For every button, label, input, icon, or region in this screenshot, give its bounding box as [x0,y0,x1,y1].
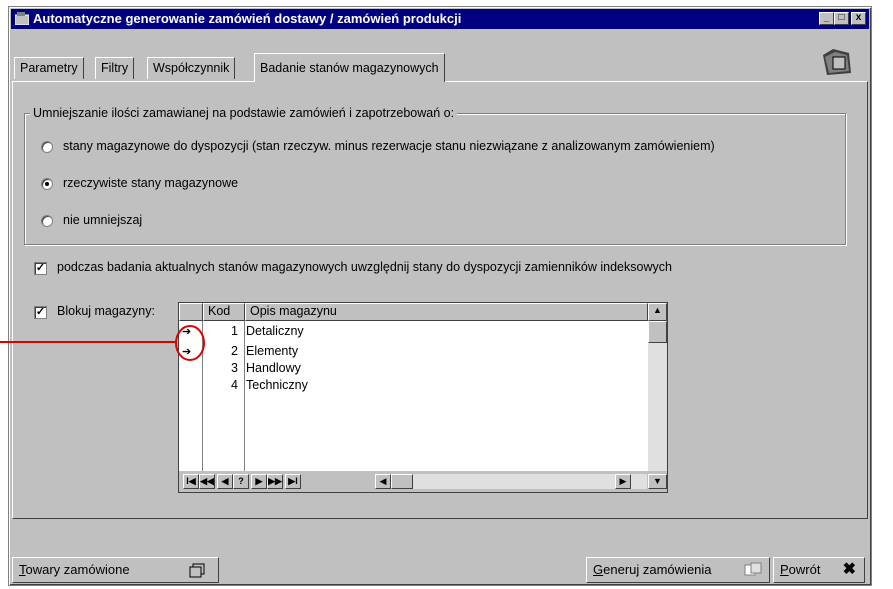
close-x-icon: ✖ [842,561,856,578]
reduction-group-label: Umniejszanie ilości zamawianej na podsta… [30,106,458,120]
dialog-window: Automatyczne generowanie zamówień dostaw… [8,6,872,586]
nav-next-icon[interactable]: ▶ [251,474,267,489]
radio-dostepne[interactable] [41,141,53,153]
tab-parametry[interactable]: Parametry [14,57,84,79]
generate-label: eneruj zamówienia [603,562,712,577]
radio-rzeczywiste[interactable] [41,178,53,190]
nav-search-icon[interactable]: ? [233,474,249,489]
row-marker-icon: ➔ [182,326,192,338]
col-divider [202,321,203,471]
row-opis: Handlowy [246,361,301,375]
generate-icon [744,562,762,576]
close-button[interactable]: x [851,12,866,25]
tab-filtry[interactable]: Filtry [95,57,135,79]
row-marker-icon: ➔ [182,346,192,358]
nav-prev-page-icon[interactable]: ◀◀ [199,474,215,489]
block-warehouses-label: Blokuj magazyny: [57,304,155,318]
row-kod: 1 [231,324,238,338]
block-warehouses-checkbox[interactable]: ✓ [34,306,47,319]
radio-nie-umniejszaj[interactable] [41,215,53,227]
scroll-up-icon[interactable]: ▲ [648,303,667,321]
row-opis: Techniczny [246,378,308,392]
row-kod: 2 [231,344,238,358]
window-title: Automatyczne generowanie zamówień dostaw… [33,11,462,26]
row-opis: Elementy [246,344,299,358]
col-header-kod[interactable]: Kod [203,303,245,321]
nav-next-page-icon[interactable]: ▶▶ [267,474,283,489]
col-header-opis[interactable]: Opis magazynu [245,303,648,321]
back-button[interactable]: Powrót ✖ [773,557,865,583]
generate-accel: G [593,562,604,577]
ordered-goods-button[interactable]: Towary zamówione [12,557,219,583]
maximize-button[interactable]: □ [834,12,849,25]
hscroll-thumb[interactable] [391,474,413,489]
generate-orders-button[interactable]: Generuj zamówienia [586,557,770,583]
col-header-marker [179,303,203,321]
vertical-scrollbar[interactable]: ▲ [648,303,667,471]
row-kod: 4 [231,378,238,392]
replacements-label: podczas badania aktualnych stanów magazy… [57,260,672,274]
scroll-right-icon[interactable]: ▶ [615,474,631,489]
nav-last-icon[interactable]: ▶I [285,474,301,489]
stack-icon [189,563,205,578]
nav-first-icon[interactable]: I◀ [183,474,199,489]
row-kod: 3 [231,361,238,375]
title-bar: Automatyczne generowanie zamówień dostaw… [11,9,869,29]
scroll-thumb[interactable] [648,321,667,343]
tab-wspolczynnik[interactable]: Współczynnik [147,57,236,79]
folders-icon [823,49,851,75]
radio-dostepne-label: stany magazynowe do dyspozycji (stan rze… [63,139,715,153]
minimize-button[interactable]: _ [819,12,834,25]
back-accel: P [780,562,789,577]
replacements-checkbox[interactable]: ✓ [34,262,47,275]
radio-rzeczywiste-label: rzeczywiste stany magazynowe [63,176,239,190]
scroll-down-icon[interactable]: ▼ [648,474,667,489]
scroll-left-icon[interactable]: ◀ [375,474,391,489]
radio-nie-umniejszaj-label: nie umniejszaj [63,213,143,227]
back-label: owrót [788,562,821,577]
horizontal-scrollbar[interactable]: ◀ ▶ [375,474,647,489]
warehouse-grid[interactable]: Kod Opis magazynu ➔ 1 Detaliczny ➔ 2 Ele… [178,302,668,493]
row-opis: Detaliczny [246,324,304,338]
col-divider [244,321,245,471]
tab-badanie-stanow[interactable]: Badanie stanów magazynowych [254,53,445,82]
nav-prev-icon[interactable]: ◀ [217,474,233,489]
ordered-goods-label: owary zamówione [25,562,130,577]
app-icon [15,12,29,25]
